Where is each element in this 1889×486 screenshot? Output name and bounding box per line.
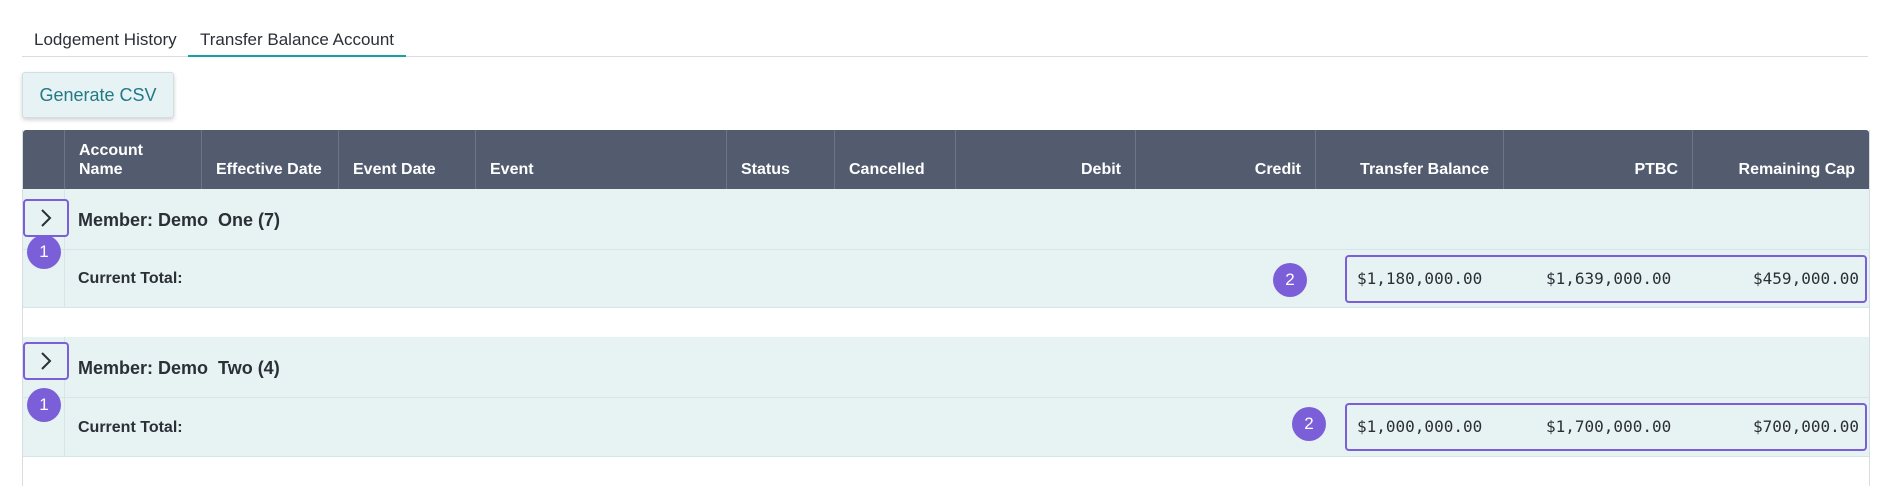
step-badge: 2 xyxy=(1292,407,1326,441)
remaining-cap-value: $700,000.00 xyxy=(1753,417,1859,436)
column-header-expand xyxy=(23,130,65,189)
tab-transfer-balance-account[interactable]: Transfer Balance Account xyxy=(188,22,406,57)
ptbc-value: $1,700,000.00 xyxy=(1546,417,1672,436)
member-name: Member: Demo One (7) xyxy=(78,210,281,230)
expand-row-button[interactable] xyxy=(23,199,69,237)
column-header-account-name: Account Name xyxy=(65,130,202,189)
member-group-row[interactable]: Member: Demo One (7) xyxy=(23,189,1869,250)
transfer-balance-value: $1,180,000.00 xyxy=(1357,269,1483,288)
column-header-remaining-cap: Remaining Cap xyxy=(1738,161,1855,178)
expand-row-button[interactable] xyxy=(23,342,69,380)
transfer-balance-table: Account Name Effective Date Event Date E… xyxy=(22,130,1870,486)
current-total-row: Current Total: $1,180,000.00 $1,639,000.… xyxy=(23,250,1869,308)
chevron-right-icon xyxy=(41,352,52,370)
member-group-row[interactable]: Member: Demo Two (4) xyxy=(23,337,1869,398)
totals-highlight: $1,000,000.00 $1,700,000.00 $700,000.00 xyxy=(1345,403,1867,451)
column-header-ptbc: PTBC xyxy=(1504,130,1693,189)
column-header-status: Status xyxy=(727,130,835,189)
column-header-event-date: Event Date xyxy=(339,130,476,189)
table-header: Account Name Effective Date Event Date E… xyxy=(23,130,1869,189)
chevron-right-icon xyxy=(41,209,52,227)
member-name: Member: Demo Two (4) xyxy=(78,358,280,378)
current-total-label: Current Total: xyxy=(78,270,183,287)
column-header-transfer-balance: Transfer Balance xyxy=(1316,130,1504,189)
column-header-credit: Credit xyxy=(1136,130,1316,189)
step-badge: 1 xyxy=(27,235,61,269)
remaining-cap-value: $459,000.00 xyxy=(1753,269,1859,288)
column-header-cancelled: Cancelled xyxy=(835,130,956,189)
current-total-label: Current Total: xyxy=(78,419,183,436)
current-total-row: Current Total: $1,000,000.00 $1,700,000.… xyxy=(23,398,1869,457)
column-header-debit: Debit xyxy=(956,130,1136,189)
transfer-balance-value: $1,000,000.00 xyxy=(1357,417,1483,436)
ptbc-value: $1,639,000.00 xyxy=(1546,269,1672,288)
generate-csv-button[interactable]: Generate CSV xyxy=(22,72,174,118)
tab-lodgement-history[interactable]: Lodgement History xyxy=(22,22,188,57)
totals-highlight: $1,180,000.00 $1,639,000.00 $459,000.00 xyxy=(1345,255,1867,303)
tab-bar: Lodgement History Transfer Balance Accou… xyxy=(22,22,1868,57)
step-badge: 2 xyxy=(1273,263,1307,297)
column-header-event: Event xyxy=(476,130,727,189)
column-header-effective-date: Effective Date xyxy=(202,130,339,189)
step-badge: 1 xyxy=(27,388,61,422)
